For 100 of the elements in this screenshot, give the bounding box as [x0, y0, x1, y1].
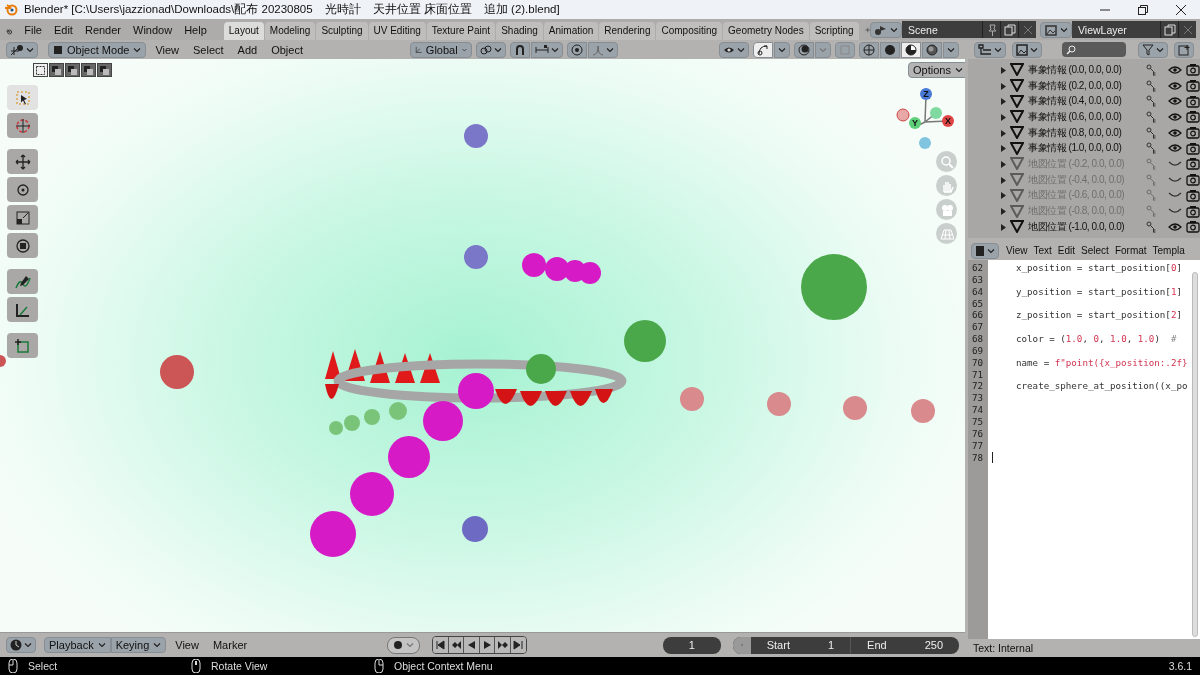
view-layer-selector[interactable]: [1040, 21, 1072, 38]
eye-icon[interactable]: [1168, 63, 1182, 76]
falloff-button[interactable]: [587, 41, 618, 58]
workspace-tab[interactable]: UV Editing: [368, 22, 426, 40]
current-frame-field[interactable]: 1: [662, 636, 721, 654]
search-field[interactable]: [1062, 42, 1126, 57]
menu-item[interactable]: Render: [79, 23, 126, 36]
rotate-tool[interactable]: [7, 177, 38, 202]
workspace-tab[interactable]: Compositing: [656, 22, 723, 40]
menu-item[interactable]: View: [170, 639, 204, 651]
snap-target-button[interactable]: [530, 41, 563, 58]
camera-icon[interactable]: [1186, 79, 1200, 93]
selection-mode-button[interactable]: [65, 63, 80, 77]
selection-mode-button[interactable]: [81, 63, 96, 77]
camera-icon[interactable]: [1186, 220, 1200, 234]
menu-item[interactable]: Marker: [207, 639, 253, 651]
select-box-tool[interactable]: [7, 85, 38, 110]
workspace-tab[interactable]: Texture Paint: [426, 22, 496, 40]
outliner-item[interactable]: 地図位置 (-1.0, 0.0, 0.0): [1028, 219, 1140, 234]
camera-icon[interactable]: [1186, 63, 1200, 77]
measure-tool[interactable]: [7, 297, 38, 322]
menu-item[interactable]: Text: [1030, 245, 1055, 256]
filter-view-button[interactable]: [1012, 41, 1042, 58]
overlay-toggle[interactable]: [794, 41, 814, 58]
eye-icon[interactable]: [1168, 95, 1182, 108]
solid-shading-button[interactable]: [880, 41, 900, 58]
camera-icon[interactable]: [1186, 188, 1200, 202]
eye-icon[interactable]: [1168, 126, 1182, 139]
menu-item[interactable]: View: [150, 43, 185, 56]
maximize-icon[interactable]: [1138, 4, 1148, 15]
menu-item[interactable]: Help: [179, 23, 212, 36]
display-mode-button[interactable]: [974, 41, 1006, 58]
outliner-item[interactable]: 事象情報 (0.2, 0.0, 0.0): [1028, 78, 1140, 93]
menu-item[interactable]: Add: [232, 43, 263, 56]
xray-toggle[interactable]: [835, 41, 855, 58]
rendered-shading-button[interactable]: [922, 41, 942, 58]
editor-type-button[interactable]: [6, 637, 36, 653]
new-collection-button[interactable]: [1174, 41, 1194, 58]
camera-icon[interactable]: [1186, 173, 1200, 187]
workspace-tab[interactable]: Sculpting: [316, 22, 368, 40]
close-icon[interactable]: [1176, 4, 1186, 15]
mode-dropdown[interactable]: Object Mode: [48, 41, 147, 58]
scale-tool[interactable]: [7, 205, 38, 230]
workspace-tab[interactable]: Scripting: [809, 22, 859, 40]
outliner-item[interactable]: 事象情報 (1.0, 0.0, 0.0): [1028, 141, 1140, 156]
editor-type-button[interactable]: [6, 41, 38, 58]
proportional-toggle[interactable]: [566, 41, 587, 58]
outliner-item[interactable]: 事象情報 (0.0, 0.0, 0.0): [1028, 62, 1140, 77]
gizmo-menu-button[interactable]: [774, 41, 790, 58]
menu-dropdown[interactable]: Keying: [110, 637, 167, 653]
menu-item[interactable]: Edit: [1054, 245, 1079, 256]
camera-icon[interactable]: [1186, 204, 1200, 218]
transform-tool[interactable]: [7, 233, 38, 258]
options-dropdown[interactable]: Options: [908, 62, 965, 78]
move-tool[interactable]: [7, 149, 38, 174]
view-layer-name-field[interactable]: ViewLayer: [1072, 21, 1160, 38]
eye-icon[interactable]: [1168, 220, 1182, 233]
eye-icon[interactable]: [1168, 79, 1182, 92]
jump-start-button[interactable]: [433, 637, 449, 653]
annotate-tool[interactable]: [7, 269, 38, 294]
pivot-button[interactable]: [475, 41, 506, 58]
outliner-item[interactable]: 事象情報 (0.4, 0.0, 0.0): [1028, 94, 1140, 109]
play-reverse-button[interactable]: [464, 637, 480, 653]
camera-icon[interactable]: [1186, 110, 1200, 124]
snap-toggle[interactable]: [509, 41, 530, 58]
next-keyframe-button[interactable]: [495, 637, 511, 653]
workspace-tab[interactable]: Geometry Nodes: [723, 22, 809, 40]
gizmo-toggle[interactable]: [753, 41, 773, 58]
scene-selector[interactable]: [870, 21, 902, 38]
add-cube-tool[interactable]: [7, 333, 38, 358]
pin-icon[interactable]: [986, 23, 997, 36]
selection-mode-button[interactable]: [97, 63, 112, 77]
camera-icon[interactable]: [1186, 94, 1200, 108]
workspace-tab[interactable]: Layout: [223, 22, 264, 40]
navigation-gizmo[interactable]: Z Y X: [892, 85, 958, 151]
menu-item[interactable]: Select: [188, 43, 229, 56]
editor-type-button[interactable]: [971, 242, 999, 259]
filter-button[interactable]: [1138, 41, 1168, 58]
menu-item[interactable]: Select: [1078, 245, 1112, 256]
workspace-tab[interactable]: Animation: [543, 22, 599, 40]
selection-mode-button[interactable]: [33, 63, 48, 77]
copy-icon[interactable]: [1163, 23, 1176, 36]
menu-item[interactable]: Edit: [48, 23, 78, 36]
orientation-dropdown[interactable]: Global: [409, 41, 472, 58]
menu-dropdown[interactable]: Playback: [44, 637, 111, 653]
workspace-tab[interactable]: Modeling: [264, 22, 316, 40]
start-frame-field[interactable]: Start 1: [750, 636, 851, 654]
selection-mode-button[interactable]: [49, 63, 64, 77]
menu-item[interactable]: Window: [128, 23, 178, 36]
material-shading-button[interactable]: [901, 41, 921, 58]
menu-item[interactable]: Object: [266, 43, 308, 56]
scene-name-field[interactable]: Scene: [902, 21, 982, 38]
end-frame-field[interactable]: End 250: [850, 636, 959, 654]
copy-icon[interactable]: [1003, 23, 1016, 36]
workspace-tab[interactable]: Rendering: [599, 22, 656, 40]
scrollbar[interactable]: [1192, 272, 1198, 637]
camera-icon[interactable]: [1186, 141, 1200, 155]
playback-controls[interactable]: [432, 636, 528, 654]
outliner-item[interactable]: 事象情報 (0.6, 0.0, 0.0): [1028, 109, 1140, 124]
visibility-button[interactable]: [719, 41, 749, 58]
